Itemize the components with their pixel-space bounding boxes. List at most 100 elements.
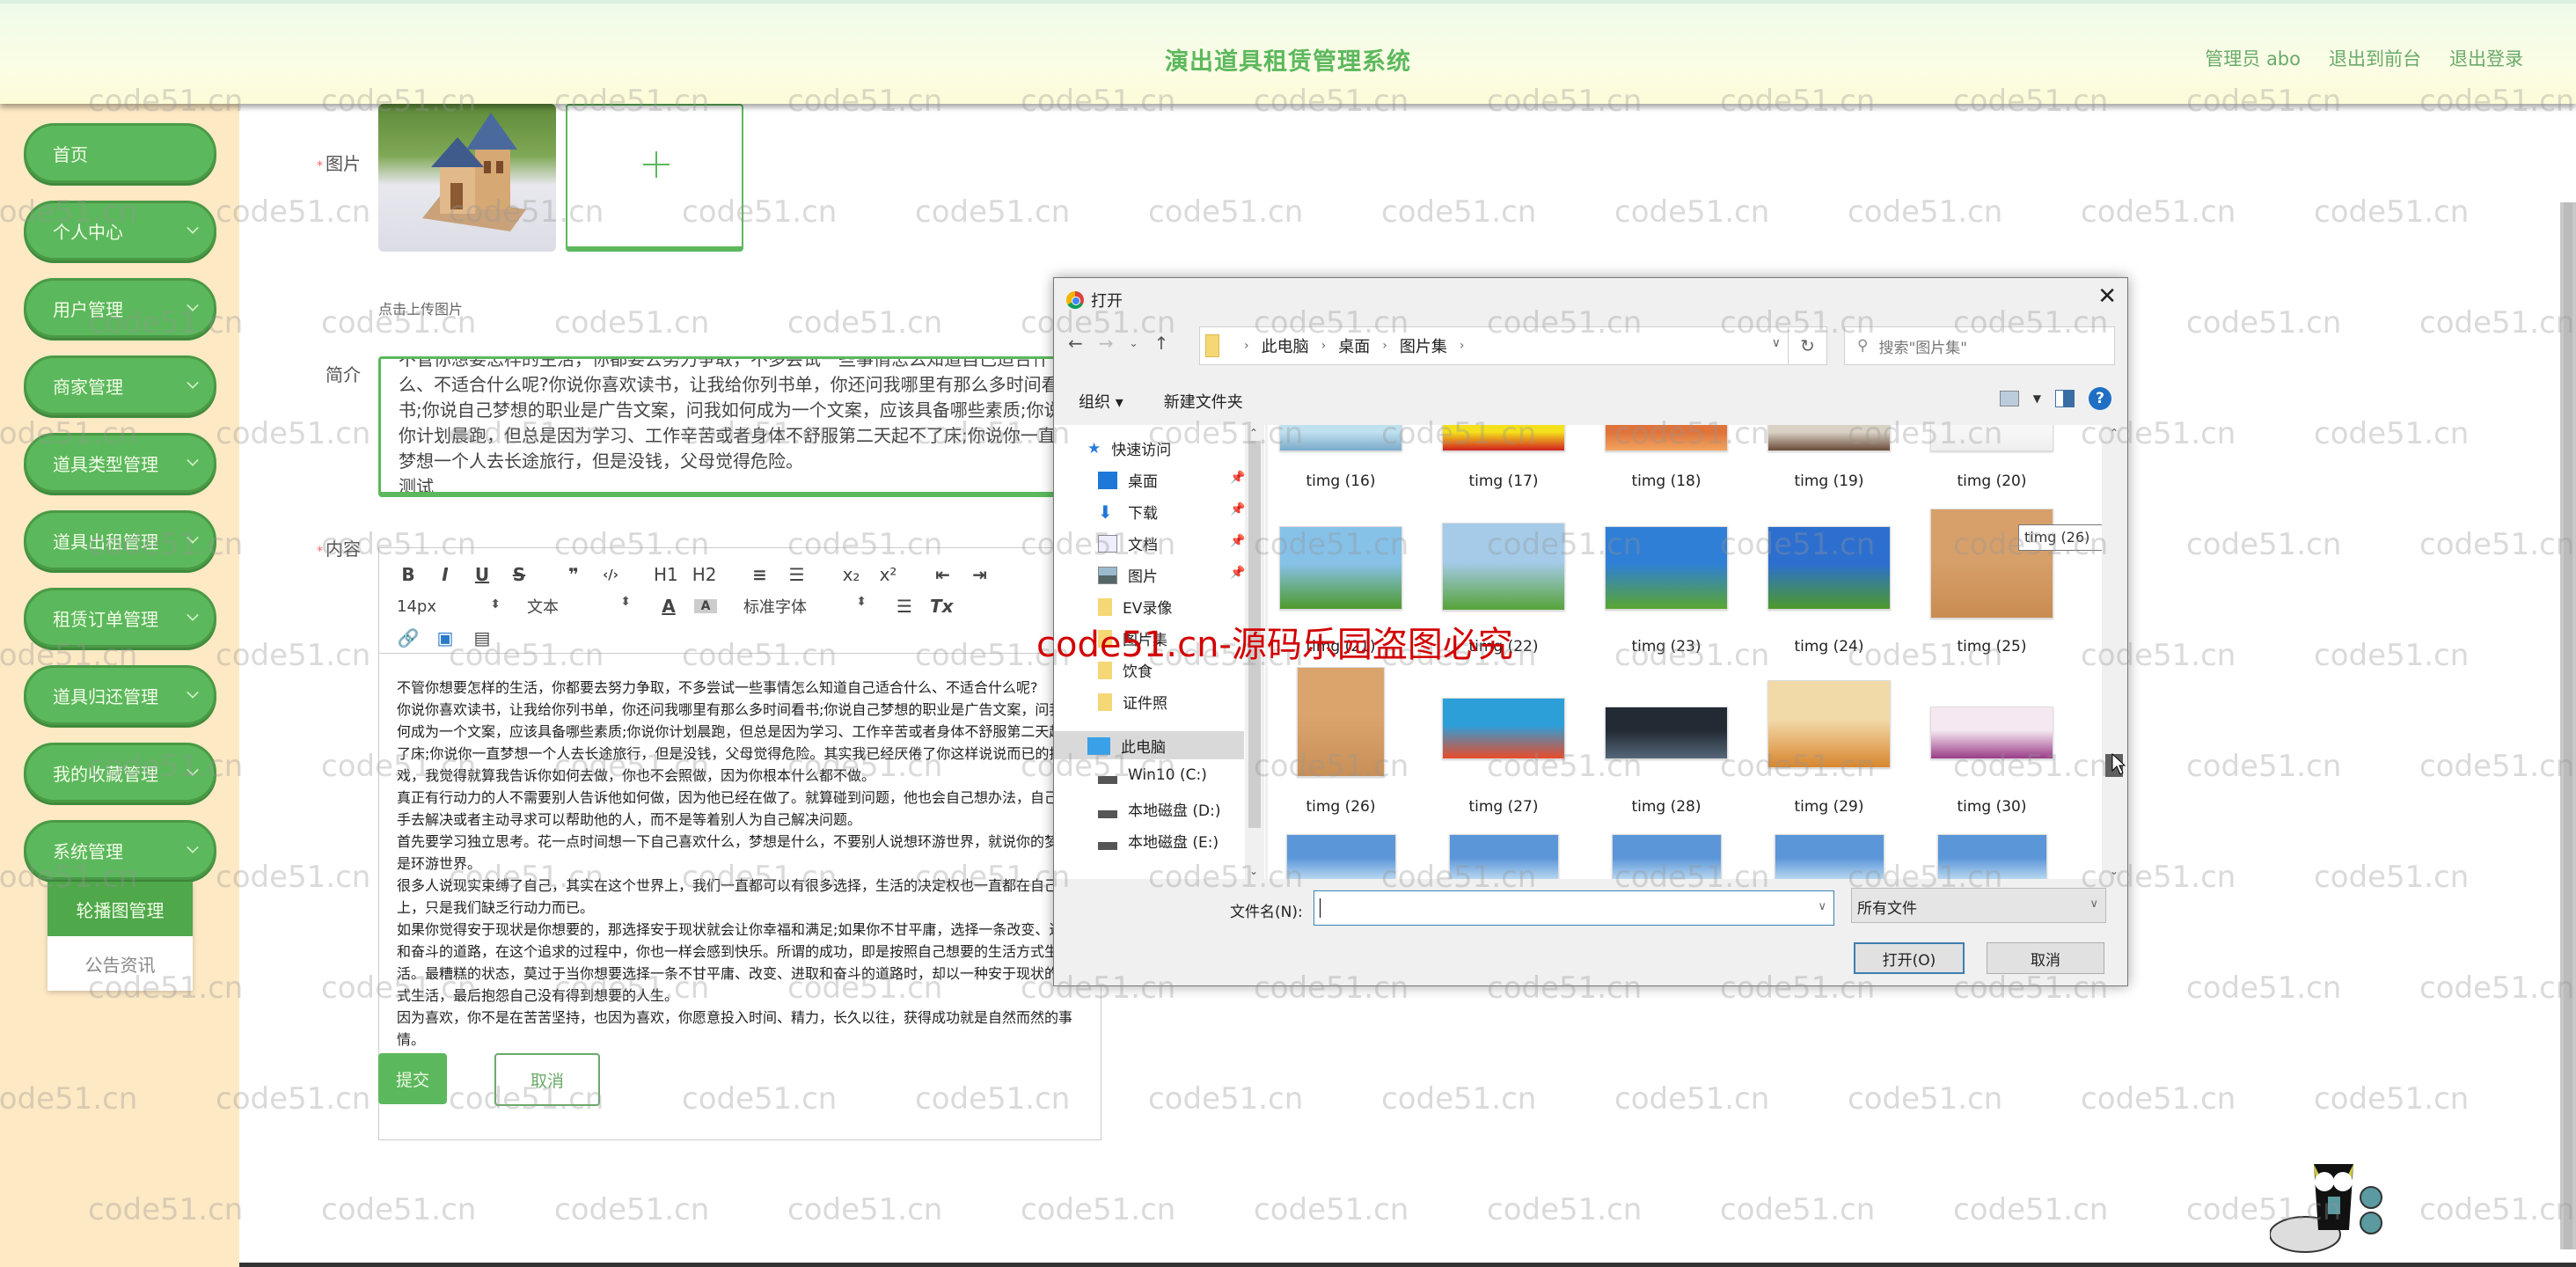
subscript-button[interactable]: x₂ [840, 564, 863, 585]
sidebar-item-prop-return-management[interactable]: 道具归还管理 [24, 665, 216, 725]
exit-to-front-link[interactable]: 退出到前台 [2329, 45, 2421, 71]
code-block-button[interactable]: ‹/› [599, 567, 622, 582]
editor-content[interactable]: 不管你想要怎样的生活，你都要去努力争取，不多尝试一些事情怎么知道自己适合什么、不… [379, 654, 1101, 1051]
background-color-icon[interactable]: A [694, 599, 717, 613]
font-family-select[interactable]: 标准字体 ⬍ [743, 595, 867, 618]
scroll-up-icon[interactable]: ⌃ [2110, 427, 2119, 439]
ordered-list-button[interactable]: ≡ [749, 564, 772, 585]
file-item[interactable]: timg (23) [1600, 526, 1732, 655]
submenu-item-announcements[interactable]: 公告资讯 [48, 936, 193, 991]
filename-input[interactable]: ∨ [1314, 890, 1834, 926]
intro-textarea[interactable]: 不管你想要怎样的生活，你都要去努力争取，不多尝试一些事情怎么知道自己适合什么、不… [378, 356, 1082, 497]
h2-button[interactable]: H2 [692, 564, 717, 585]
file-item[interactable] [1438, 834, 1570, 879]
help-icon[interactable]: ? [2089, 387, 2111, 410]
scroll-down-icon[interactable]: ⌄ [1249, 865, 1258, 877]
blockquote-button[interactable]: ❞ [562, 564, 585, 585]
filetype-select[interactable]: 所有文件 ∨ [1851, 888, 2106, 923]
nav-pictures[interactable]: 图片 [1098, 564, 1158, 586]
sidebar-item-personal-center[interactable]: 个人中心 [24, 201, 216, 260]
breadcrumb-item[interactable]: 桌面 [1338, 334, 1370, 357]
preview-pane-icon[interactable] [2055, 390, 2075, 407]
h1-button[interactable]: H1 [654, 564, 678, 585]
nav-documents[interactable]: 文档 [1098, 532, 1158, 554]
file-item[interactable] [1926, 834, 2058, 879]
sidebar-item-user-management[interactable]: 用户管理 [24, 278, 216, 338]
sidebar-item-prop-rental-management[interactable]: 道具出租管理 [24, 510, 216, 570]
underline-button[interactable]: U [471, 564, 494, 585]
nav-desktop[interactable]: 桌面 [1098, 469, 1158, 491]
file-item[interactable]: timg (30) [1926, 707, 2058, 816]
organize-menu[interactable]: 组织 ▾ [1079, 390, 1123, 413]
nav-this-pc[interactable]: 此电脑 [1087, 735, 1166, 757]
sidebar-item-rental-order-management[interactable]: 租赁订单管理 [24, 588, 216, 648]
cancel-button[interactable]: 取消 [494, 1053, 600, 1106]
align-icon[interactable]: ☰ [893, 596, 916, 617]
sidebar-item-system-management[interactable]: 系统管理 [24, 820, 216, 880]
file-item[interactable]: timg (16) [1275, 425, 1407, 490]
image-upload-button[interactable] [566, 104, 743, 252]
uploaded-image-thumbnail[interactable] [378, 104, 556, 252]
forward-arrow-icon[interactable]: → [1099, 333, 1114, 354]
sidebar-item-merchant-management[interactable]: 商家管理 [24, 355, 216, 415]
submit-button[interactable]: 提交 [378, 1053, 447, 1104]
search-input[interactable]: ⚲ 搜索"图片集" [1844, 326, 2115, 365]
file-item[interactable]: timg (24) [1763, 526, 1895, 655]
view-dropdown-icon[interactable]: ▼ [2033, 392, 2041, 405]
file-item[interactable]: timg (22) [1438, 523, 1570, 655]
chevron-down-icon[interactable]: ∨ [1772, 336, 1781, 350]
file-item[interactable] [1275, 834, 1407, 879]
superscript-button[interactable]: x² [877, 564, 900, 585]
video-insert-icon[interactable]: ▤ [471, 627, 494, 648]
italic-button[interactable]: I [434, 564, 457, 585]
breadcrumb-item[interactable]: 此电脑 [1262, 334, 1309, 357]
dialog-cancel-button[interactable]: 取消 [1987, 942, 2104, 974]
nav-folder-ev[interactable]: EV录像 [1098, 596, 1172, 618]
file-item[interactable] [1600, 834, 1732, 879]
clear-format-icon[interactable]: Tx [930, 596, 954, 617]
bold-button[interactable]: B [397, 564, 420, 585]
file-item[interactable]: timg (20) [1926, 425, 2058, 490]
block-type-select[interactable]: 文本 ⬍ [527, 595, 631, 618]
font-color-icon[interactable]: A [657, 596, 680, 617]
file-item[interactable]: timg (21) [1275, 526, 1407, 655]
file-item[interactable]: timg (17) [1438, 425, 1570, 490]
file-item[interactable]: timg (27) [1438, 698, 1570, 816]
page-scrollbar[interactable] [2560, 202, 2576, 1249]
address-bar[interactable]: › 此电脑 › 桌面 › 图片集 › ∨ ↻ [1199, 326, 1827, 365]
back-arrow-icon[interactable]: ← [1068, 333, 1083, 354]
breadcrumb-item[interactable]: 图片集 [1400, 334, 1447, 357]
indent-button[interactable]: ⇥ [969, 564, 992, 585]
nav-downloads[interactable]: ⬇ 下载 [1098, 501, 1158, 524]
link-icon[interactable]: 🔗 [397, 627, 420, 648]
file-grid-scrollbar[interactable]: ⌃ ⌄ [2104, 425, 2125, 879]
chevron-down-icon[interactable]: ∨ [1818, 900, 1826, 913]
nav-folder-id-photos[interactable]: 证件照 [1098, 691, 1167, 713]
font-size-select[interactable]: 14px ⬍ [397, 597, 501, 616]
image-insert-icon[interactable]: ▣ [434, 627, 457, 648]
view-mode-icon[interactable] [1999, 391, 2019, 406]
nav-quick-access[interactable]: ★ 快速访问 [1087, 437, 1171, 460]
new-folder-button[interactable]: 新建文件夹 [1164, 390, 1243, 413]
file-item[interactable]: timg (26) [1275, 667, 1407, 816]
close-icon[interactable]: ✕ [2097, 283, 2117, 310]
outdent-button[interactable]: ⇤ [932, 564, 955, 585]
strike-button[interactable]: S [508, 564, 531, 585]
nav-drive-d[interactable]: 本地磁盘 (D:) [1098, 798, 1221, 820]
sidebar-item-prop-type-management[interactable]: 道具类型管理 [24, 433, 216, 493]
logout-link[interactable]: 退出登录 [2449, 45, 2523, 71]
nav-drive-e[interactable]: 本地磁盘 (E:) [1098, 830, 1218, 852]
scroll-down-icon[interactable]: ⌄ [2110, 865, 2119, 877]
sidebar-item-home[interactable]: 首页 [24, 123, 216, 183]
nav-drive-c[interactable]: Win10 (C:) [1098, 766, 1207, 784]
refresh-icon[interactable]: ↻ [1788, 327, 1826, 364]
recent-dropdown-icon[interactable]: ⌄ [1130, 337, 1138, 349]
file-item[interactable]: timg (19) [1763, 425, 1895, 490]
scroll-up-icon[interactable]: ⌃ [1249, 427, 1258, 439]
file-item[interactable]: timg (29) [1763, 680, 1895, 816]
sidebar-item-favorites-management[interactable]: 我的收藏管理 [24, 743, 216, 802]
open-button[interactable]: 打开(O) [1854, 942, 1965, 974]
file-item[interactable]: timg (18) [1600, 425, 1732, 490]
file-item[interactable] [1763, 834, 1895, 879]
submenu-item-carousel[interactable]: 轮播图管理 [48, 882, 193, 936]
